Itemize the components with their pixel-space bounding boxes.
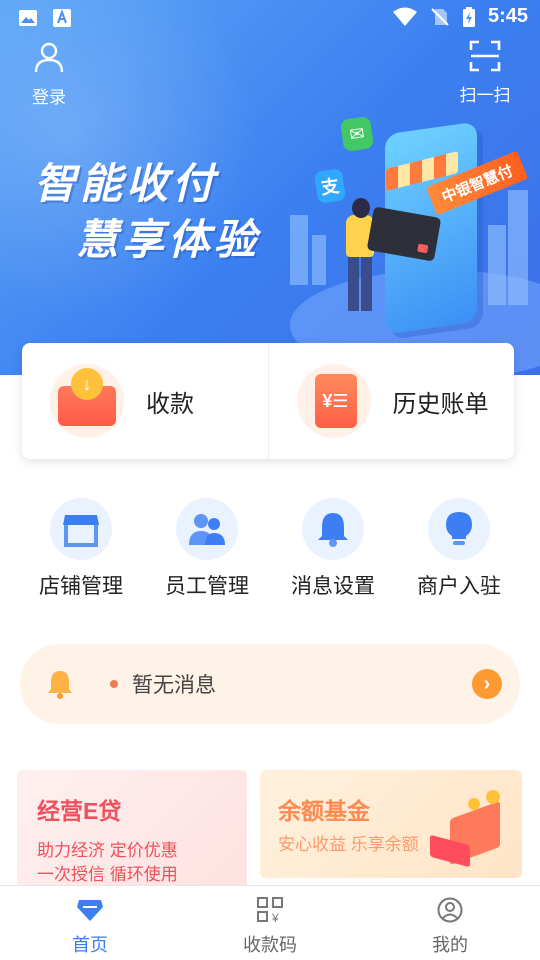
coin-illustration bbox=[468, 798, 480, 810]
grid-item-store-management[interactable]: 店铺管理 bbox=[26, 498, 136, 600]
hero-banner: 5:45 登录 扫一扫 智能收付 慧享体验 中银智慧付 ✉ 支 bbox=[0, 0, 540, 375]
building-shape bbox=[290, 215, 308, 285]
tab-mine-label: 我的 bbox=[432, 935, 468, 955]
tab-home[interactable]: 首页 bbox=[0, 886, 180, 960]
envelope-coin-icon: ↓ bbox=[50, 364, 124, 438]
bulb-icon bbox=[446, 512, 472, 545]
status-bar: 5:45 bbox=[0, 0, 540, 36]
qr-code-icon: ¥ bbox=[257, 897, 283, 925]
grid-item-message-settings[interactable]: 消息设置 bbox=[278, 498, 388, 600]
history-bill-label: 历史账单 bbox=[392, 390, 489, 418]
coin-illustration bbox=[486, 790, 500, 804]
grid-label-message-settings: 消息设置 bbox=[291, 575, 375, 598]
grid-label-staff-management: 员工管理 bbox=[165, 575, 249, 598]
grid-label-merchant-onboarding: 商户入驻 bbox=[417, 575, 501, 598]
profile-icon bbox=[437, 897, 463, 923]
building-shape bbox=[508, 190, 528, 305]
grid-item-merchant-onboarding[interactable]: 商户入驻 bbox=[404, 498, 514, 600]
grid-label-store-management: 店铺管理 bbox=[39, 575, 123, 598]
wifi-icon bbox=[392, 7, 417, 26]
promo-card-fund[interactable]: 余额基金 安心收益 乐享余额 bbox=[260, 770, 522, 878]
no-sim-icon bbox=[431, 7, 449, 26]
user-icon bbox=[34, 42, 64, 73]
tab-home-label: 首页 bbox=[72, 935, 108, 955]
collect-payment-label: 收款 bbox=[146, 390, 194, 418]
promo-fund-line1: 安心收益 乐享余额 bbox=[278, 835, 419, 854]
building-shape bbox=[488, 225, 506, 305]
home-diamond-icon bbox=[77, 900, 103, 921]
login-label: 登录 bbox=[32, 88, 66, 107]
staff-icon bbox=[189, 514, 225, 545]
battery-charging-icon bbox=[462, 6, 475, 27]
login-button[interactable]: 登录 bbox=[26, 40, 72, 108]
app-notification-icon bbox=[53, 9, 71, 27]
notice-bar[interactable]: 暂无消息 › bbox=[20, 644, 520, 724]
function-grid: 店铺管理 员工管理 消息设置 商户入驻 bbox=[0, 498, 540, 600]
hero-slogan-line1: 智能收付 bbox=[34, 160, 219, 207]
history-bill-button[interactable]: ¥☰ 历史账单 bbox=[267, 343, 515, 459]
promo-card-loan[interactable]: 经营E贷 助力经济 定价优惠 一次授信 循环使用 bbox=[17, 770, 247, 890]
store-icon bbox=[63, 515, 99, 547]
image-notification-icon bbox=[19, 10, 37, 26]
hero-slogan-line2: 慧享体验 bbox=[76, 216, 261, 263]
notice-text: 暂无消息 bbox=[132, 674, 216, 697]
main-actions-card: ↓ 收款 ¥☰ 历史账单 bbox=[22, 343, 514, 459]
grid-item-staff-management[interactable]: 员工管理 bbox=[152, 498, 262, 600]
person-head-illustration bbox=[352, 198, 370, 218]
status-time: 5:45 bbox=[487, 5, 528, 27]
chevron-right-icon[interactable]: › bbox=[472, 669, 502, 699]
wechat-pay-icon: ✉ bbox=[339, 116, 375, 152]
collect-payment-button[interactable]: ↓ 收款 bbox=[22, 343, 268, 459]
person-legs-illustration bbox=[348, 255, 372, 311]
scan-icon bbox=[469, 40, 501, 72]
promo-fund-title: 余额基金 bbox=[278, 798, 370, 824]
tab-mine[interactable]: 我的 bbox=[360, 886, 540, 960]
promo-loan-line1: 助力经济 定价优惠 bbox=[37, 841, 178, 860]
bill-scroll-icon: ¥☰ bbox=[296, 364, 371, 438]
promo-loan-title: 经营E贷 bbox=[37, 798, 122, 824]
bottom-tab-bar: 首页 ¥ 收款码 我的 bbox=[0, 885, 540, 960]
promo-loan-line2: 一次授信 循环使用 bbox=[37, 865, 178, 884]
notice-dot bbox=[110, 680, 118, 688]
bell-icon bbox=[318, 513, 348, 547]
tab-payment-code-label: 收款码 bbox=[243, 935, 297, 955]
alipay-icon: 支 bbox=[313, 168, 347, 204]
building-shape bbox=[312, 235, 326, 285]
notice-bell-icon bbox=[48, 671, 72, 699]
scan-label: 扫一扫 bbox=[459, 86, 511, 105]
tab-payment-code[interactable]: ¥ 收款码 bbox=[180, 886, 360, 960]
svg-text:¥: ¥ bbox=[271, 911, 279, 923]
scan-button[interactable]: 扫一扫 bbox=[454, 40, 516, 106]
